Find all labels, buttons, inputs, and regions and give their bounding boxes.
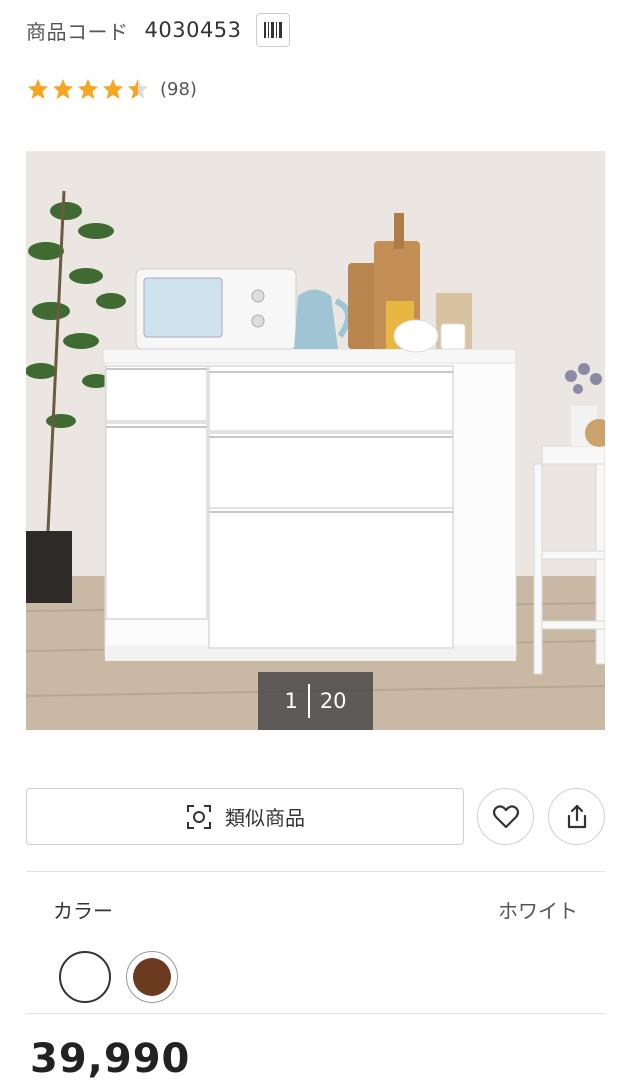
product-code-value: 4030453 <box>144 18 242 42</box>
similar-products-button[interactable]: 類似商品 <box>26 788 464 845</box>
heart-icon <box>492 804 519 828</box>
star-rating <box>26 77 150 101</box>
star-icon <box>78 79 98 99</box>
rating-row[interactable]: (98) <box>26 74 197 104</box>
product-code-row: 商品コード 4030453 <box>26 12 290 48</box>
image-counter-separator <box>307 684 310 718</box>
similar-products-label: 類似商品 <box>225 806 305 830</box>
image-counter-current: 1 <box>284 689 298 713</box>
review-count[interactable]: (98) <box>160 79 197 100</box>
half-star-icon <box>128 79 148 99</box>
color-label: カラー <box>53 899 113 923</box>
star-icon <box>53 79 73 99</box>
share-icon <box>567 804 586 828</box>
color-swatch-brown[interactable] <box>126 951 178 1003</box>
product-code-label: 商品コード <box>26 19 129 44</box>
divider <box>26 1013 605 1014</box>
product-photo <box>26 151 605 730</box>
divider <box>26 871 605 872</box>
star-icon <box>28 79 48 99</box>
image-search-icon <box>187 804 211 829</box>
product-image-gallery[interactable]: 1 20 <box>26 151 605 730</box>
star-icon <box>103 79 123 99</box>
selected-color-name: ホワイト <box>498 899 578 923</box>
barcode-button[interactable] <box>255 13 290 47</box>
product-price: 39,990 <box>30 1036 191 1082</box>
favorite-button[interactable] <box>477 788 534 845</box>
image-counter: 1 20 <box>258 672 373 730</box>
share-button[interactable] <box>548 788 605 845</box>
color-swatch-white[interactable] <box>59 951 111 1003</box>
color-swatch-brown-fill <box>133 958 171 996</box>
barcode-icon <box>263 22 282 38</box>
image-counter-total: 20 <box>319 689 347 713</box>
